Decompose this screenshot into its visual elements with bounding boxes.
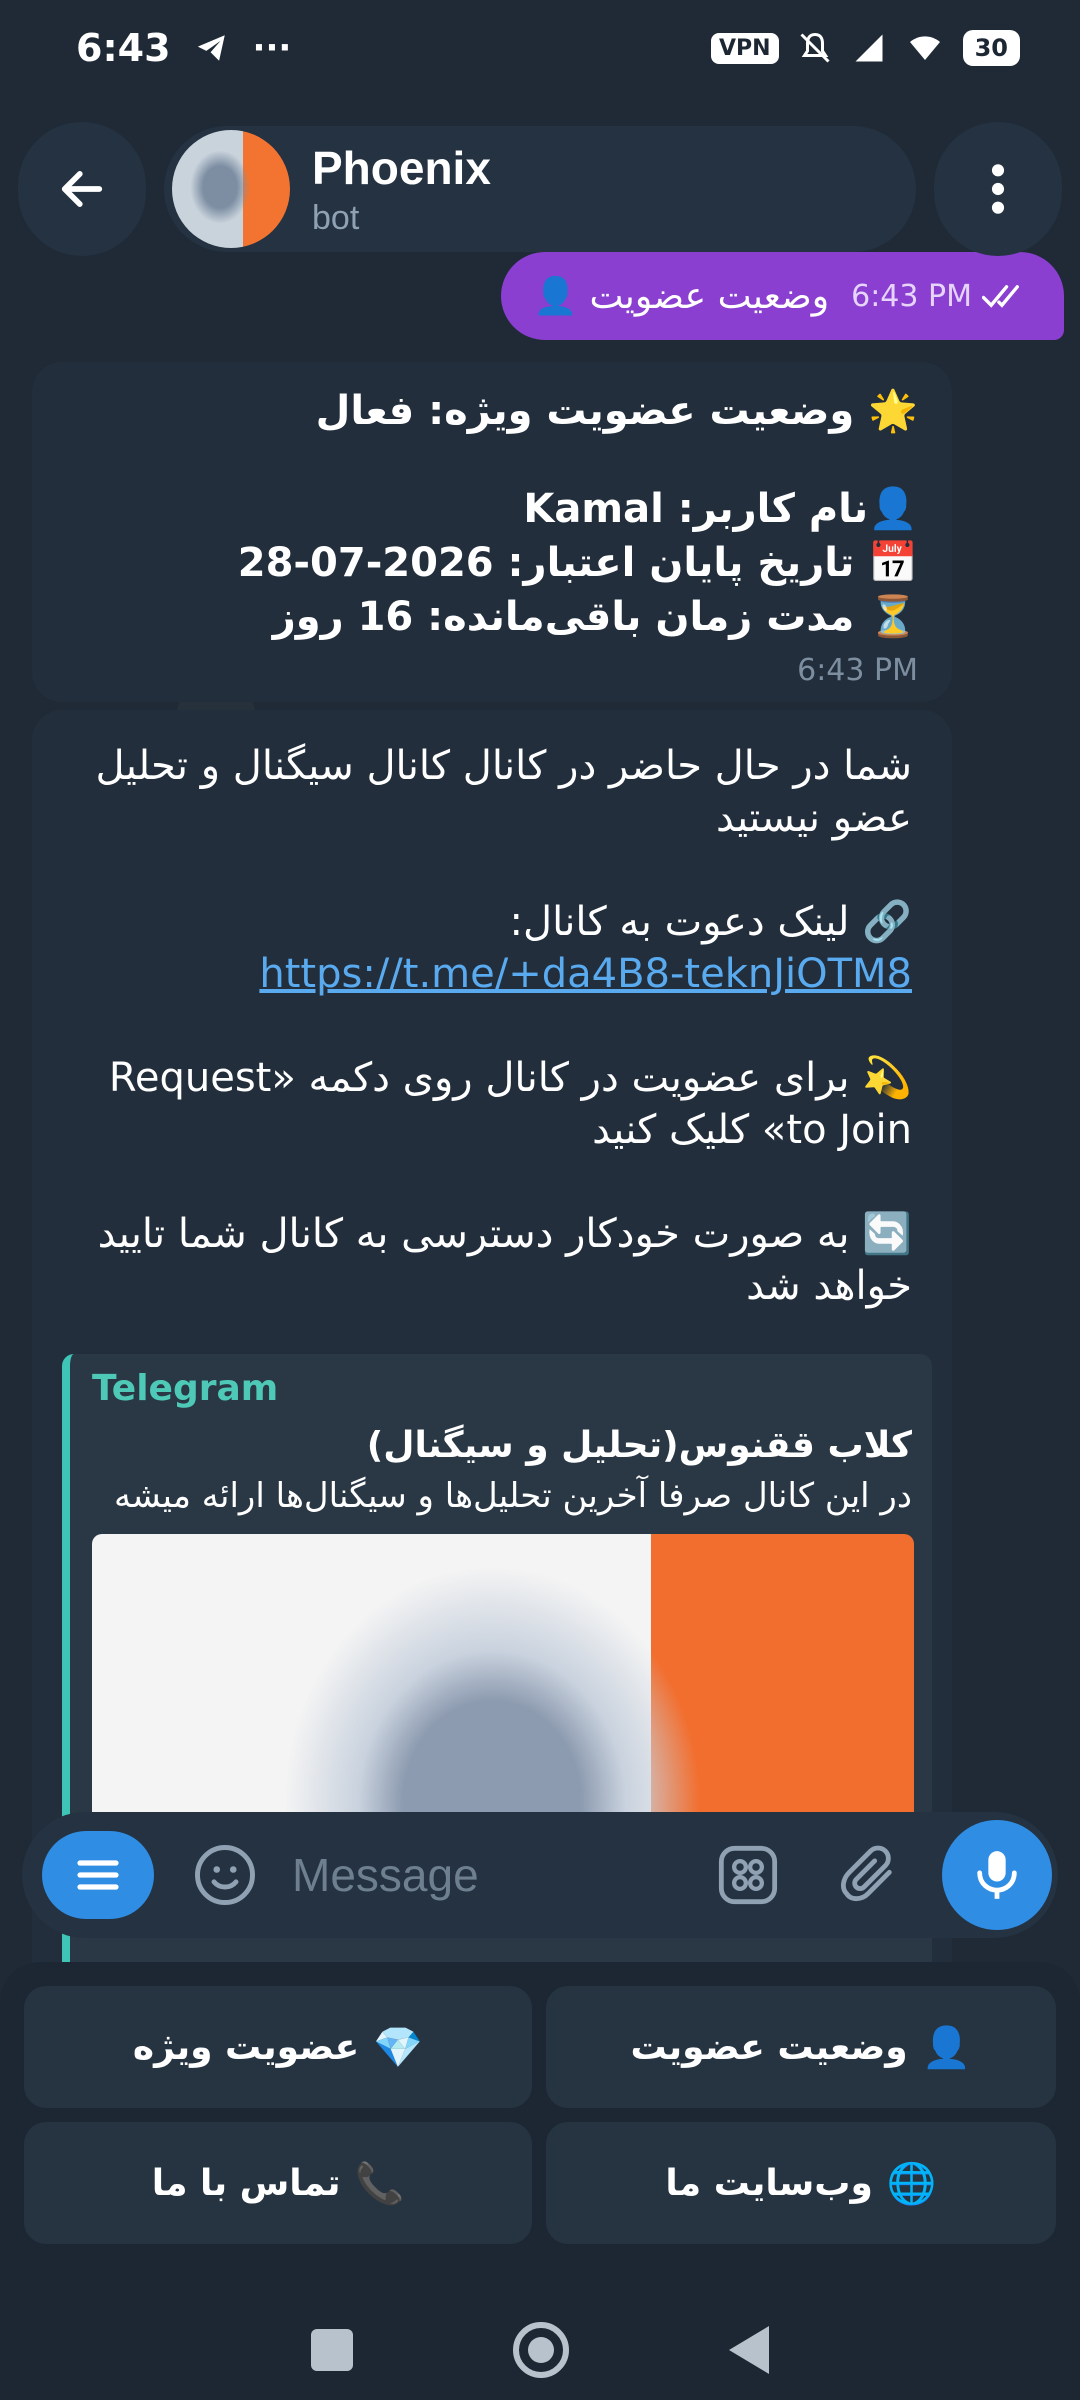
- status-right: VPN 30: [711, 30, 1020, 66]
- system-back-button[interactable]: [729, 2326, 769, 2374]
- menu-icon: [77, 1860, 119, 1890]
- chat-header: Phoenix bot: [18, 122, 1062, 256]
- auto-approve-text: 🔄 به صورت خودکار دسترسی به کانال شما تای…: [97, 1211, 912, 1309]
- battery-indicator: 30: [962, 30, 1020, 66]
- smile-icon: [195, 1845, 255, 1905]
- bot-avatar[interactable]: [172, 130, 290, 248]
- expiry-date-line: 📅 تاریخ پایان اعتبار: 2026-07-28: [237, 540, 918, 586]
- mute-icon: [800, 32, 830, 63]
- message-input[interactable]: [292, 1835, 692, 1915]
- keyboard-button-label: تماس با ما: [151, 2162, 341, 2204]
- signal-icon: [855, 34, 883, 62]
- outgoing-message[interactable]: وضعیت عضویت 👤 6:43 PM: [501, 252, 1064, 340]
- message-time: 6:43 PM: [797, 653, 918, 688]
- invite-link-paragraph: 🔗 لینک دعوت به کانال: https://t.me/+da4B…: [72, 896, 912, 1000]
- outgoing-message-text: وضعیت عضویت 👤: [533, 276, 830, 317]
- membership-status-message[interactable]: 🌟 وضعیت عضویت ویژه: فعال 👤نام کاربر: Kam…: [32, 362, 952, 702]
- double-check-icon: [982, 285, 1019, 308]
- emoji-button[interactable]: [190, 1840, 260, 1910]
- status-left: 6:43 ···: [76, 26, 291, 70]
- voice-record-button[interactable]: [942, 1820, 1052, 1930]
- keyboard-button-website[interactable]: 🌐 وب‌سایت ما: [546, 2122, 1056, 2244]
- bot-commands-button[interactable]: [712, 1839, 784, 1911]
- outgoing-message-time: 6:43 PM: [851, 278, 972, 314]
- chat-name: Phoenix: [312, 141, 491, 194]
- more-vertical-icon: [991, 164, 1005, 214]
- back-button[interactable]: [18, 122, 146, 256]
- invite-link[interactable]: https://t.me/+da4B8-teknJiOTM8: [259, 951, 912, 997]
- phone-icon: 📞: [354, 2160, 405, 2207]
- keyboard-button-vip-membership[interactable]: 💎 عضویت ویژه: [24, 1986, 532, 2108]
- remaining-time-line: ⏳ مدت زمان باقی‌مانده: 16 روز: [272, 594, 918, 640]
- chat-title-block: Phoenix bot: [312, 141, 491, 238]
- not-member-text: شما در حال حاضر در کانال کانال سیگنال و …: [95, 743, 912, 841]
- chat-subtitle: bot: [312, 198, 360, 237]
- diamond-icon: 💎: [373, 2024, 424, 2071]
- outgoing-message-meta: 6:43 PM: [851, 279, 1028, 314]
- arrow-left-icon: [61, 171, 103, 207]
- vpn-badge: VPN: [711, 32, 779, 64]
- username-line: 👤نام کاربر: Kamal: [523, 486, 918, 532]
- keyboard-button-contact[interactable]: 📞 تماس با ما: [24, 2122, 532, 2244]
- preview-title: کلاب ققنوس(تحلیل و سیگنال): [366, 1425, 912, 1466]
- paperclip-icon: [841, 1845, 892, 1902]
- keyboard-button-label: عضویت ویژه: [132, 2026, 360, 2068]
- message-composer: [22, 1812, 1058, 1938]
- home-button[interactable]: [513, 2322, 569, 2378]
- chat-info-button[interactable]: Phoenix bot: [164, 126, 916, 252]
- preview-site-name: Telegram: [92, 1368, 279, 1409]
- telegram-icon: [197, 35, 225, 61]
- preview-description: در این کانال صرفا آخرین تحلیل‌ها و سیگنا…: [113, 1476, 912, 1516]
- keyboard-button-label: وضعیت عضویت: [630, 2026, 908, 2068]
- attach-button[interactable]: [832, 1839, 904, 1911]
- invite-link-label: 🔗 لینک دعوت به کانال:: [509, 899, 912, 945]
- more-options-button[interactable]: [934, 122, 1062, 256]
- status-bar: 6:43 ··· VPN 30: [0, 0, 1080, 96]
- keyboard-button-membership-status[interactable]: 👤 وضعیت عضویت: [546, 1986, 1056, 2108]
- request-join-text: 💫 برای عضویت در کانال روی دکمه «Request …: [108, 1055, 912, 1153]
- more-notifications-icon: ···: [252, 28, 292, 68]
- recent-apps-button[interactable]: [311, 2329, 353, 2371]
- status-time: 6:43: [76, 26, 171, 70]
- wifi-icon: [909, 36, 940, 60]
- microphone-icon: [977, 1851, 1017, 1899]
- keyboard-button-label: وب‌سایت ما: [665, 2162, 873, 2204]
- globe-icon: 🌐: [886, 2160, 937, 2207]
- membership-status-line: 🌟 وضعیت عضویت ویژه: فعال: [315, 388, 918, 434]
- user-icon: 👤: [921, 2024, 972, 2071]
- grid-icon: [718, 1845, 778, 1905]
- system-navigation-bar: [0, 2300, 1080, 2400]
- bot-menu-button[interactable]: [42, 1831, 154, 1919]
